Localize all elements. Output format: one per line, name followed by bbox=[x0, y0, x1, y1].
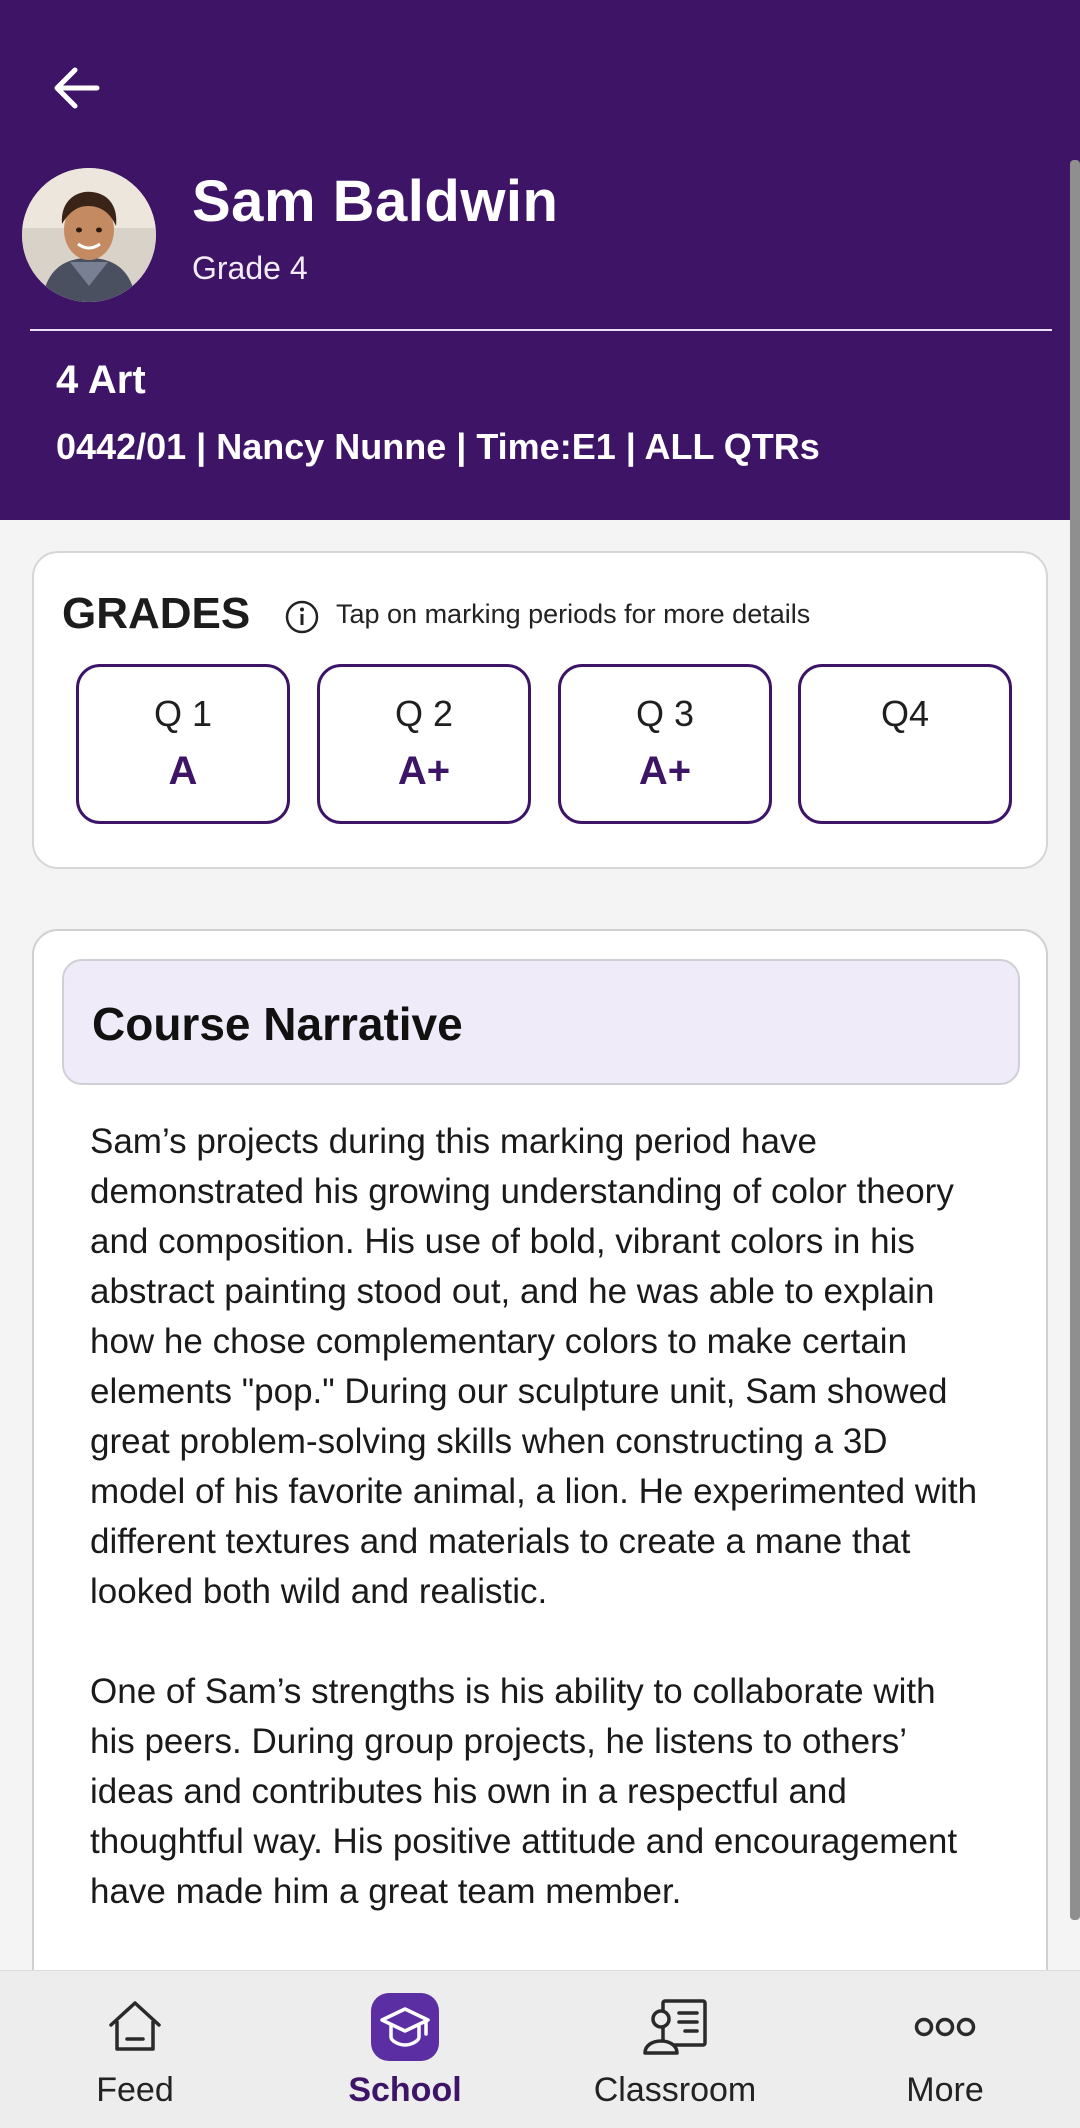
quarter-label: Q 1 bbox=[153, 693, 213, 734]
nav-label-feed: Feed bbox=[96, 2071, 174, 2109]
quarter-q4-button[interactable]: Q4 bbox=[798, 664, 1012, 824]
quarter-q1-button[interactable]: Q 1 A bbox=[76, 664, 290, 824]
narrative-body: Sam’s projects during this marking perio… bbox=[90, 1117, 990, 1967]
nav-item-more[interactable]: More bbox=[810, 1971, 1080, 2128]
scrollbar[interactable] bbox=[1070, 160, 1080, 1920]
narrative-paragraph: One of Sam’s strengths is his ability to… bbox=[90, 1672, 958, 1911]
arrow-left-icon bbox=[54, 67, 100, 109]
nav-label-more: More bbox=[906, 2071, 984, 2109]
nav-label-school: School bbox=[348, 2071, 462, 2109]
nav-item-feed[interactable]: Feed bbox=[0, 1971, 270, 2128]
quarter-q2-button[interactable]: Q 2 A+ bbox=[317, 664, 531, 824]
back-button[interactable] bbox=[40, 52, 112, 124]
course-title: 4 Art bbox=[56, 358, 146, 402]
bottom-nav: Feed School Classroom More bbox=[0, 1970, 1080, 2128]
nav-item-school[interactable]: School bbox=[270, 1971, 540, 2128]
header-divider bbox=[30, 329, 1052, 331]
grades-hint: Tap on marking periods for more details bbox=[336, 599, 811, 629]
grades-card: GRADES Tap on marking periods for more d… bbox=[32, 551, 1048, 869]
narrative-header: Course Narrative bbox=[62, 959, 1020, 1085]
info-icon bbox=[285, 600, 319, 634]
narrative-title: Course Narrative bbox=[92, 998, 463, 1050]
quarter-label: Q 2 bbox=[394, 693, 454, 734]
student-avatar bbox=[22, 168, 156, 302]
course-header: Sam Baldwin Grade 4 4 Art 0442/01 | Nanc… bbox=[0, 0, 1080, 520]
quarter-grade: A bbox=[168, 749, 198, 793]
home-icon bbox=[101, 1993, 169, 2061]
quarter-label: Q 3 bbox=[635, 693, 695, 734]
quarter-grade: A+ bbox=[638, 749, 692, 793]
more-dots-icon bbox=[911, 1993, 979, 2061]
student-name: Sam Baldwin bbox=[192, 169, 559, 234]
grades-title: GRADES bbox=[62, 589, 251, 638]
quarter-q3-button[interactable]: Q 3 A+ bbox=[558, 664, 772, 824]
narrative-card: Course Narrative Sam’s projects during t… bbox=[32, 929, 1048, 2128]
nav-label-classroom: Classroom bbox=[593, 2071, 757, 2109]
quarter-label: Q4 bbox=[880, 693, 930, 734]
student-grade: Grade 4 bbox=[192, 250, 308, 286]
nav-item-classroom[interactable]: Classroom bbox=[540, 1971, 810, 2128]
quarter-grade: A+ bbox=[397, 749, 451, 793]
course-meta: 0442/01 | Nancy Nunne | Time:E1 | ALL QT… bbox=[56, 426, 820, 467]
graduation-cap-icon bbox=[371, 1993, 439, 2061]
narrative-paragraph: Sam’s projects during this marking perio… bbox=[90, 1122, 978, 1611]
student-course-page: Sam Baldwin Grade 4 4 Art 0442/01 | Nanc… bbox=[0, 0, 1080, 2128]
classroom-icon bbox=[641, 1993, 709, 2061]
